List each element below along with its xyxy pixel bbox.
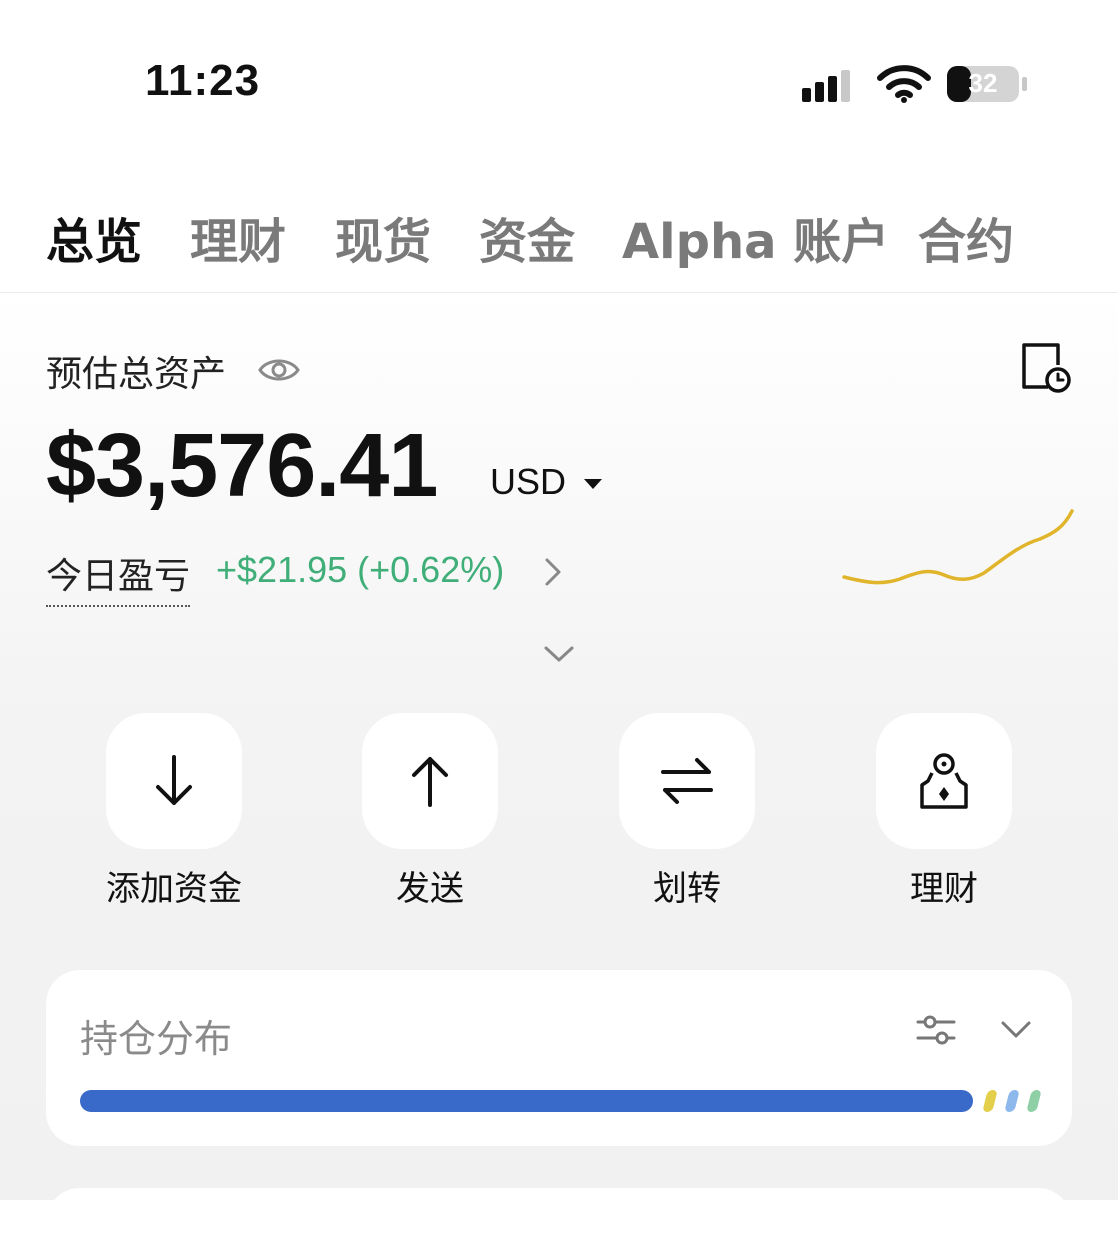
tab-earn[interactable]: 理财	[190, 202, 286, 272]
transfer-label: 划转	[653, 869, 721, 909]
battery-level: 32	[968, 68, 998, 98]
eye-icon[interactable]	[258, 355, 300, 385]
status-time: 11:23	[145, 56, 261, 105]
earn-button[interactable]	[876, 713, 1012, 849]
send-button[interactable]	[362, 713, 498, 849]
wifi-icon	[877, 65, 931, 103]
send-action[interactable]: 发送	[362, 713, 498, 910]
tab-alpha-account[interactable]: Alpha 账户	[622, 202, 889, 272]
history-icon[interactable]	[1018, 341, 1072, 395]
allocation-bar	[80, 1090, 1042, 1112]
status-bar: 11:23 32	[0, 0, 1118, 140]
daily-pnl-value[interactable]: +$21.95 (+0.62%)	[216, 549, 504, 591]
allocation-segment	[1004, 1090, 1020, 1112]
tab-spot[interactable]: 现货	[335, 202, 431, 272]
estimated-assets-label: 预估总资产	[46, 354, 227, 395]
next-card	[46, 1188, 1072, 1248]
currency-selector[interactable]: USD	[490, 461, 566, 503]
chevron-down-icon[interactable]	[1000, 1020, 1032, 1040]
total-balance: $3,576.41	[46, 416, 438, 516]
balance-sparkline	[842, 509, 1074, 585]
allocation-segment	[982, 1090, 998, 1112]
tab-overview[interactable]: 总览	[46, 202, 142, 272]
holdings-title: 持仓分布	[80, 1017, 233, 1061]
daily-pnl-label[interactable]: 今日盈亏	[46, 547, 191, 607]
earn-icon	[920, 753, 968, 809]
add-funds-action[interactable]: 添加资金	[106, 713, 242, 910]
send-label: 发送	[396, 869, 464, 909]
allocation-segment	[1026, 1090, 1042, 1112]
holdings-distribution-card[interactable]: 持仓分布	[46, 970, 1072, 1146]
arrow-up-icon	[412, 757, 448, 807]
tab-funding[interactable]: 资金	[479, 202, 575, 272]
overview-panel: 预估总资产 $3,576.41 USD 今日盈亏 +$21.95 (+0.62%…	[0, 293, 1118, 1248]
add-funds-button[interactable]	[106, 713, 242, 849]
tab-futures[interactable]: 合约	[918, 202, 1014, 272]
filter-sliders-icon[interactable]	[916, 1012, 956, 1048]
expand-chevron-icon[interactable]	[542, 643, 576, 665]
transfer-action[interactable]: 划转	[619, 713, 755, 910]
earn-label: 理财	[910, 869, 978, 909]
arrow-down-icon	[156, 755, 192, 805]
chevron-right-icon[interactable]	[542, 555, 564, 589]
battery-icon: 32	[946, 64, 1028, 104]
allocation-segment-main	[80, 1090, 973, 1112]
signal-icon	[802, 70, 850, 102]
earn-action[interactable]: 理财	[876, 713, 1012, 910]
account-tabs: 总览 理财 现货 资金 Alpha 账户 合约	[0, 180, 1118, 293]
transfer-button[interactable]	[619, 713, 755, 849]
add-funds-label: 添加资金	[106, 869, 242, 909]
caret-down-icon[interactable]	[582, 477, 604, 491]
transfer-icon	[661, 758, 713, 804]
